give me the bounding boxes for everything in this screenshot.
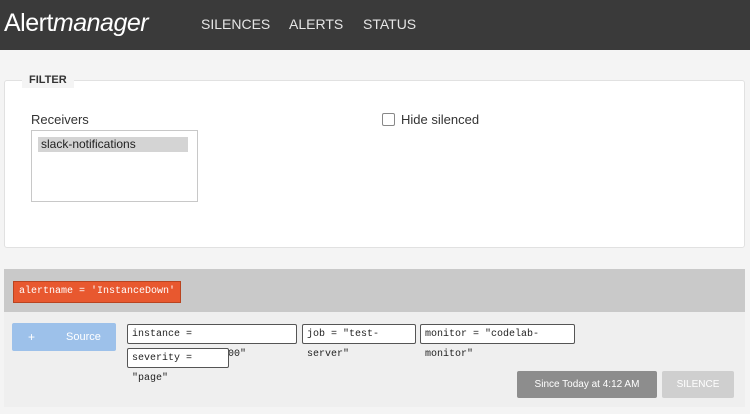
hide-silenced-checkbox[interactable] — [382, 113, 395, 126]
nav-status[interactable]: STATUS — [363, 15, 416, 33]
receivers-select[interactable]: slack-notifications — [31, 130, 198, 202]
alert-label-monitor[interactable]: monitor = "codelab-monitor" — [420, 324, 575, 360]
source-button[interactable]: + Source — [12, 323, 116, 351]
hide-silenced-label: Hide silenced — [401, 112, 480, 127]
alert-label-severity[interactable]: severity = "page" — [127, 348, 229, 384]
filter-legend: FILTER — [22, 72, 74, 88]
alertname-group-label[interactable]: alertname = 'InstanceDown' — [13, 281, 182, 303]
since-timestamp-button[interactable]: Since Today at 4:12 AM — [517, 371, 657, 398]
silence-button[interactable]: SILENCE — [662, 371, 734, 398]
source-button-label: Source — [66, 331, 101, 343]
plus-icon: + — [28, 330, 36, 344]
alert-label-job[interactable]: job = "test-server" — [302, 324, 416, 360]
receiver-option[interactable]: slack-notifications — [38, 137, 188, 152]
receivers-label: Receivers — [31, 112, 89, 127]
hide-silenced-toggle[interactable]: Hide silenced — [382, 112, 479, 127]
nav-alerts[interactable]: ALERTS — [289, 15, 343, 33]
brand-text-alert: Alert — [4, 9, 53, 37]
top-navbar: Alertmanager SILENCES ALERTS STATUS — [0, 0, 750, 50]
nav-silences[interactable]: SILENCES — [201, 15, 270, 33]
app-brand[interactable]: Alertmanager — [4, 8, 149, 38]
brand-text-manager: manager — [52, 9, 149, 37]
alert-label-instance[interactable]: instance = "52.69.72.174:9100" — [127, 324, 297, 360]
